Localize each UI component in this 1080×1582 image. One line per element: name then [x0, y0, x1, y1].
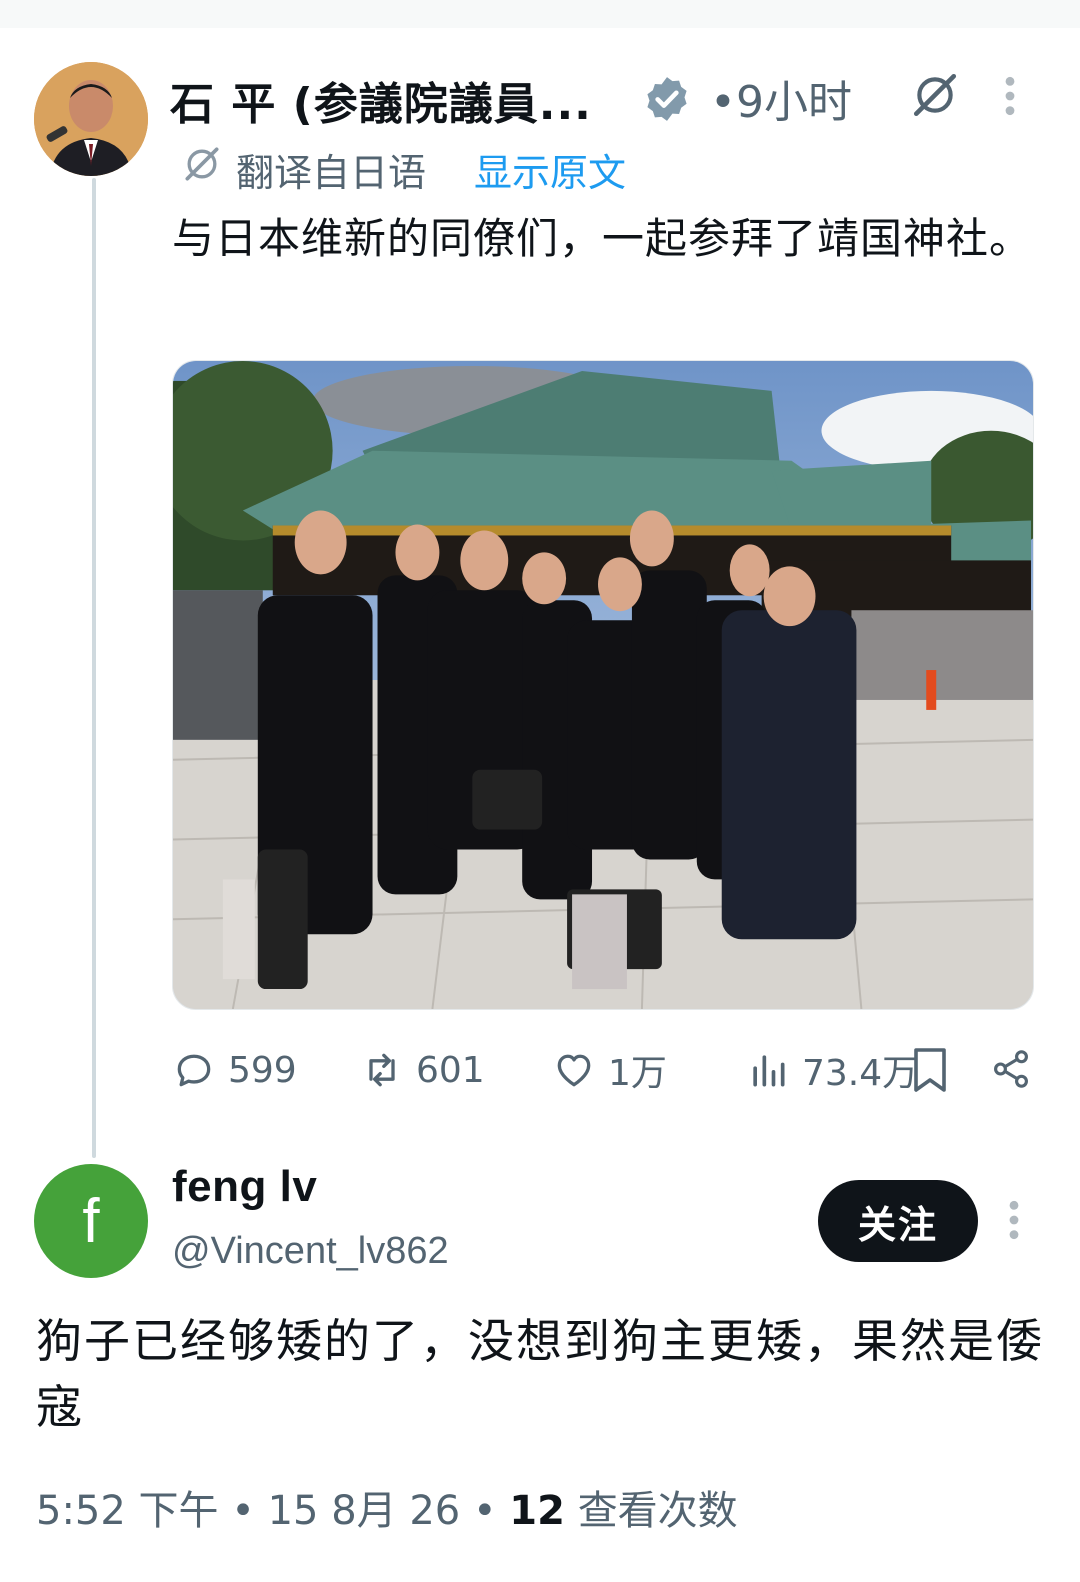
- reply-author-avatar[interactable]: f: [34, 1164, 148, 1278]
- reply-author-handle[interactable]: @Vincent_lv862: [172, 1230, 449, 1273]
- translated-from-label: 翻译自日语: [236, 151, 427, 195]
- reply-text: 狗子已经够矮的了，没想到狗主更矮，果然是倭寇: [36, 1314, 1044, 1434]
- thread-connector-line: [92, 178, 96, 1158]
- meta-separator: •: [231, 1488, 255, 1534]
- like-count: 1万: [608, 1053, 667, 1094]
- bookmark-icon[interactable]: [910, 1046, 950, 1094]
- show-original-link[interactable]: 显示原文: [474, 142, 626, 197]
- tweet-text: 与日本维新的同僚们，一起参拜了靖国神社。: [172, 214, 1033, 263]
- author-name[interactable]: 石 平 (参議院議員...: [170, 68, 592, 132]
- author-avatar-image: [34, 62, 148, 176]
- reply-author-name[interactable]: feng lv: [172, 1162, 317, 1212]
- verified-badge-icon[interactable]: [642, 74, 692, 124]
- time-separator: •: [710, 77, 736, 128]
- retweet-button[interactable]: 601: [360, 1042, 485, 1098]
- heart-icon: [557, 1054, 591, 1087]
- tweet-time[interactable]: •9小时: [710, 66, 852, 130]
- share-icon[interactable]: [990, 1048, 1032, 1090]
- shrine-group-photo: [173, 361, 1033, 1009]
- follow-button[interactable]: 关注: [818, 1180, 978, 1262]
- more-vertical-icon[interactable]: [1004, 1198, 1024, 1242]
- reply-views-label[interactable]: 查看次数: [578, 1488, 738, 1534]
- reply-count: 599: [228, 1049, 297, 1091]
- grok-icon[interactable]: [910, 70, 960, 120]
- reply-views-count: 12: [509, 1488, 565, 1534]
- views-count: 73.4万: [802, 1053, 919, 1094]
- tweet-photo[interactable]: [172, 360, 1034, 1010]
- meta-separator: •: [472, 1488, 497, 1534]
- views-button[interactable]: 73.4万: [746, 1042, 918, 1098]
- reply-meta: 5:52 下午 • 15 8月 26 • 12 查看次数: [36, 1478, 738, 1536]
- translate-icon: [185, 147, 219, 181]
- tweet-header: 石 平 (参議院議員... •9小时: [170, 66, 1050, 130]
- reply-time[interactable]: 5:52 下午: [36, 1488, 219, 1534]
- like-button[interactable]: 1万: [552, 1042, 667, 1098]
- tweet-actions: 599 601 1万 73.4万: [172, 1042, 1042, 1102]
- reply-icon: [177, 1054, 211, 1087]
- retweet-count: 601: [416, 1049, 485, 1091]
- more-vertical-icon[interactable]: [1000, 74, 1020, 118]
- reply-button[interactable]: 599: [172, 1042, 297, 1098]
- status-strip: [0, 0, 1080, 28]
- retweet-icon: [369, 1053, 395, 1087]
- author-avatar[interactable]: [34, 62, 148, 176]
- views-chart-icon: [753, 1055, 785, 1087]
- reply-date[interactable]: 15 8月 26: [268, 1488, 461, 1534]
- time-value: 9小时: [735, 77, 852, 128]
